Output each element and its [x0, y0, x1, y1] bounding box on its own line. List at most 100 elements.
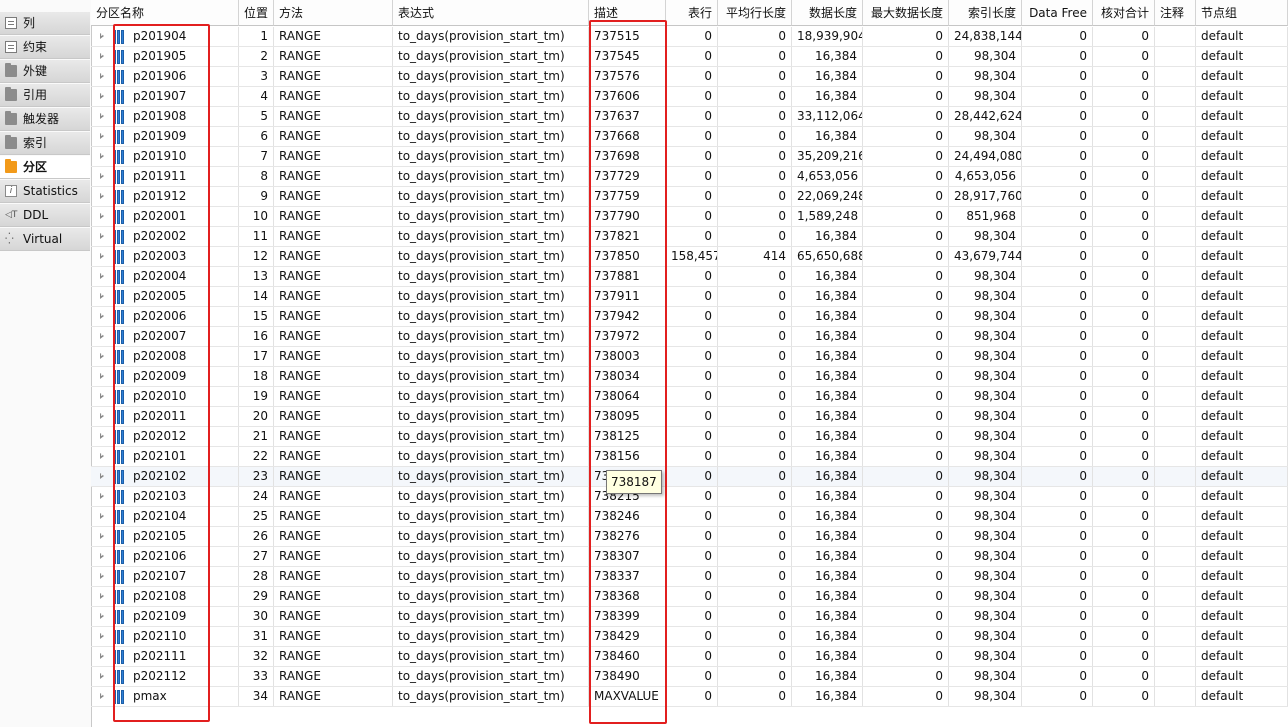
cell-partition-name[interactable]: p202108 — [91, 587, 239, 606]
expand-arrow-icon[interactable] — [91, 467, 111, 486]
cell-description[interactable]: 738276 — [589, 527, 666, 546]
expand-arrow-icon[interactable] — [91, 527, 111, 546]
cell-description[interactable]: 737545 — [589, 47, 666, 66]
cell-method[interactable]: RANGE — [274, 367, 393, 386]
cell-description[interactable]: 738125 — [589, 427, 666, 446]
cell-data-length[interactable]: 16,384 — [792, 287, 863, 306]
cell-expression[interactable]: to_days(provision_start_tm) — [393, 687, 589, 706]
cell-method[interactable]: RANGE — [274, 127, 393, 146]
cell-data-free[interactable]: 0 — [1022, 347, 1093, 366]
cell-method[interactable]: RANGE — [274, 627, 393, 646]
cell-index-length[interactable]: 98,304 — [949, 347, 1022, 366]
cell-data-free[interactable]: 0 — [1022, 687, 1093, 706]
cell-avg-row-length[interactable]: 0 — [718, 587, 792, 606]
cell-expression[interactable]: to_days(provision_start_tm) — [393, 307, 589, 326]
sidebar-tab-6[interactable]: 分区 — [0, 156, 90, 179]
cell-description[interactable]: 738156 — [589, 447, 666, 466]
cell-description[interactable]: 738368 — [589, 587, 666, 606]
table-row[interactable]: p201909 6 RANGE to_days(provision_start_tm)… — [91, 127, 1288, 147]
cell-comment[interactable] — [1155, 527, 1196, 546]
cell-avg-row-length[interactable]: 0 — [718, 487, 792, 506]
cell-nodegroup[interactable]: default — [1196, 347, 1288, 366]
cell-nodegroup[interactable]: default — [1196, 587, 1288, 606]
cell-comment[interactable] — [1155, 147, 1196, 166]
cell-expression[interactable]: to_days(provision_start_tm) — [393, 387, 589, 406]
cell-expression[interactable]: to_days(provision_start_tm) — [393, 447, 589, 466]
cell-expression[interactable]: to_days(provision_start_tm) — [393, 507, 589, 526]
cell-expression[interactable]: to_days(provision_start_tm) — [393, 607, 589, 626]
cell-table-rows[interactable]: 158,457 — [666, 247, 718, 266]
expand-arrow-icon[interactable] — [91, 387, 111, 406]
sidebar-tab-1[interactable]: 约束 — [0, 36, 90, 59]
cell-checksum[interactable]: 0 — [1093, 367, 1155, 386]
cell-position[interactable]: 29 — [239, 587, 274, 606]
cell-position[interactable]: 14 — [239, 287, 274, 306]
cell-nodegroup[interactable]: default — [1196, 167, 1288, 186]
cell-comment[interactable] — [1155, 327, 1196, 346]
expand-arrow-icon[interactable] — [91, 327, 111, 346]
cell-avg-row-length[interactable]: 0 — [718, 427, 792, 446]
cell-position[interactable]: 3 — [239, 67, 274, 86]
cell-expression[interactable]: to_days(provision_start_tm) — [393, 527, 589, 546]
table-row[interactable]: p202002 11 RANGE to_days(provision_start_tm… — [91, 227, 1288, 247]
cell-index-length[interactable]: 98,304 — [949, 367, 1022, 386]
cell-expression[interactable]: to_days(provision_start_tm) — [393, 127, 589, 146]
cell-comment[interactable] — [1155, 267, 1196, 286]
table-row[interactable]: p201908 5 RANGE to_days(provision_start_tm)… — [91, 107, 1288, 127]
cell-expression[interactable]: to_days(provision_start_tm) — [393, 367, 589, 386]
cell-checksum[interactable]: 0 — [1093, 587, 1155, 606]
cell-index-length[interactable]: 98,304 — [949, 487, 1022, 506]
cell-nodegroup[interactable]: default — [1196, 327, 1288, 346]
cell-index-length[interactable]: 98,304 — [949, 287, 1022, 306]
cell-max-data-length[interactable]: 0 — [863, 327, 949, 346]
cell-index-length[interactable]: 98,304 — [949, 227, 1022, 246]
cell-max-data-length[interactable]: 0 — [863, 567, 949, 586]
col-header-index-length[interactable]: 索引长度 — [949, 0, 1022, 26]
cell-table-rows[interactable]: 0 — [666, 327, 718, 346]
table-row[interactable]: p202106 27 RANGE to_days(provision_start_tm… — [91, 547, 1288, 567]
cell-data-length[interactable]: 16,384 — [792, 347, 863, 366]
table-row[interactable]: p202102 23 RANGE to_days(provision_start_tm… — [91, 467, 1288, 487]
cell-max-data-length[interactable]: 0 — [863, 487, 949, 506]
cell-max-data-length[interactable]: 0 — [863, 647, 949, 666]
cell-data-length[interactable]: 16,384 — [792, 527, 863, 546]
cell-data-length[interactable]: 4,653,056 — [792, 167, 863, 186]
cell-avg-row-length[interactable]: 0 — [718, 547, 792, 566]
cell-partition-name[interactable]: p202104 — [91, 507, 239, 526]
expand-arrow-icon[interactable] — [91, 567, 111, 586]
cell-index-length[interactable]: 98,304 — [949, 407, 1022, 426]
cell-position[interactable]: 19 — [239, 387, 274, 406]
cell-expression[interactable]: to_days(provision_start_tm) — [393, 567, 589, 586]
cell-max-data-length[interactable]: 0 — [863, 287, 949, 306]
cell-nodegroup[interactable]: default — [1196, 267, 1288, 286]
col-header-data-length[interactable]: 数据长度 — [792, 0, 863, 26]
cell-nodegroup[interactable]: default — [1196, 687, 1288, 706]
cell-table-rows[interactable]: 0 — [666, 527, 718, 546]
table-row[interactable]: p201905 2 RANGE to_days(provision_start_tm)… — [91, 47, 1288, 67]
cell-expression[interactable]: to_days(provision_start_tm) — [393, 147, 589, 166]
cell-method[interactable]: RANGE — [274, 167, 393, 186]
cell-position[interactable]: 10 — [239, 207, 274, 226]
cell-position[interactable]: 13 — [239, 267, 274, 286]
cell-expression[interactable]: to_days(provision_start_tm) — [393, 187, 589, 206]
cell-table-rows[interactable]: 0 — [666, 627, 718, 646]
cell-max-data-length[interactable]: 0 — [863, 87, 949, 106]
cell-expression[interactable]: to_days(provision_start_tm) — [393, 247, 589, 266]
expand-arrow-icon[interactable] — [91, 487, 111, 506]
cell-nodegroup[interactable]: default — [1196, 87, 1288, 106]
expand-arrow-icon[interactable] — [91, 87, 111, 106]
cell-data-free[interactable]: 0 — [1022, 547, 1093, 566]
cell-expression[interactable]: to_days(provision_start_tm) — [393, 47, 589, 66]
cell-table-rows[interactable]: 0 — [666, 207, 718, 226]
cell-index-length[interactable]: 98,304 — [949, 647, 1022, 666]
cell-index-length[interactable]: 98,304 — [949, 627, 1022, 646]
table-row[interactable]: p202111 32 RANGE to_days(provision_start_tm… — [91, 647, 1288, 667]
cell-description[interactable]: 738064 — [589, 387, 666, 406]
expand-arrow-icon[interactable] — [91, 247, 111, 266]
cell-data-free[interactable]: 0 — [1022, 647, 1093, 666]
cell-table-rows[interactable]: 0 — [666, 167, 718, 186]
cell-checksum[interactable]: 0 — [1093, 507, 1155, 526]
cell-position[interactable]: 33 — [239, 667, 274, 686]
cell-partition-name[interactable]: p201910 — [91, 147, 239, 166]
cell-position[interactable]: 8 — [239, 167, 274, 186]
